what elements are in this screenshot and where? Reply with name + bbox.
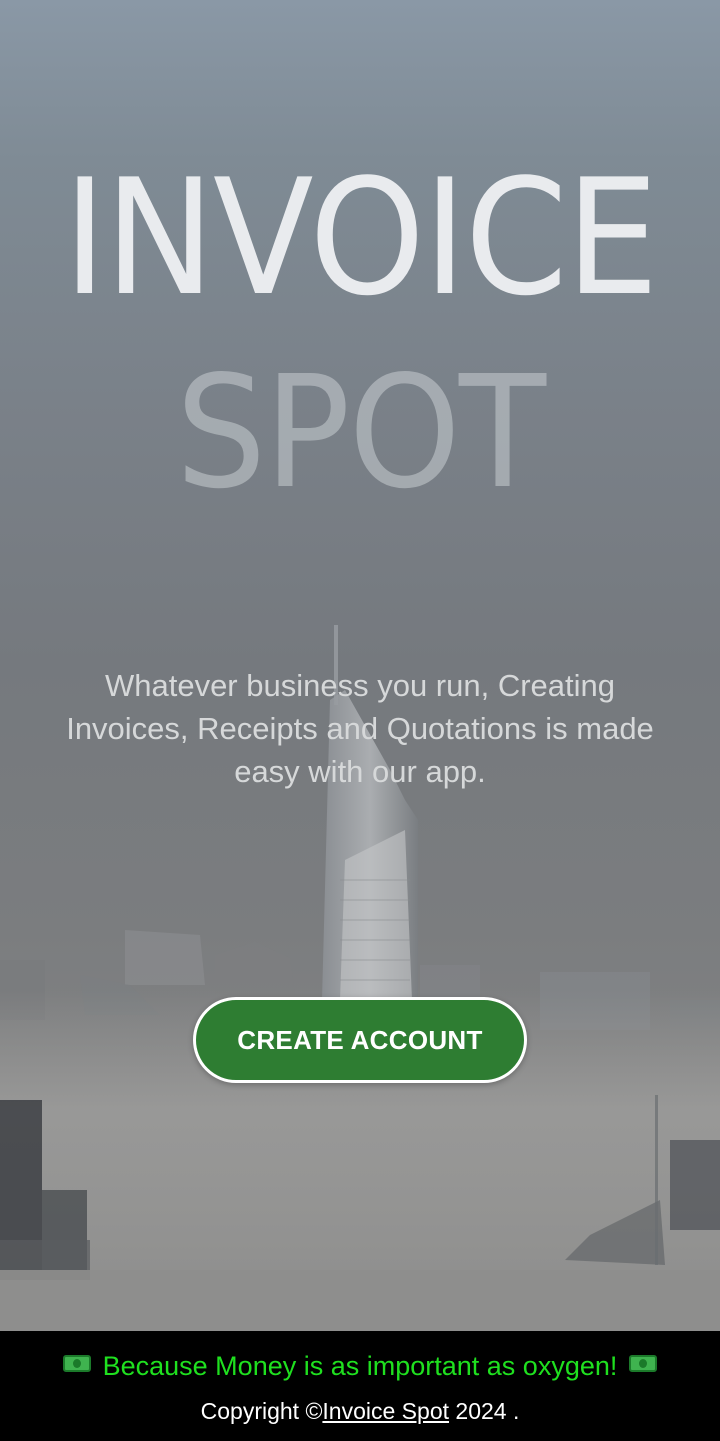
copyright-prefix: Copyright © — [200, 1398, 323, 1424]
app-title-line2: SPOT — [175, 342, 546, 523]
tagline-text: Whatever business you run, Creating Invo… — [66, 668, 654, 789]
hero-section: INVOICE SPOT Whatever business you run, … — [0, 0, 720, 1331]
copyright-suffix: 2024 . — [449, 1398, 520, 1424]
money-bill-icon — [628, 1355, 657, 1372]
footer-slogan: Because Money is as important as oxygen! — [0, 1351, 720, 1382]
app-title-line1: INVOICE — [63, 144, 659, 331]
copyright: Copyright ©Invoice Spot 2024 . — [0, 1398, 720, 1425]
money-bill-icon — [63, 1355, 92, 1372]
slogan-text: Because Money is as important as oxygen! — [102, 1351, 618, 1381]
footer: Because Money is as important as oxygen!… — [0, 1331, 720, 1441]
create-account-button[interactable]: CREATE ACCOUNT — [193, 997, 527, 1083]
invoice-spot-link[interactable]: Invoice Spot — [322, 1398, 449, 1424]
